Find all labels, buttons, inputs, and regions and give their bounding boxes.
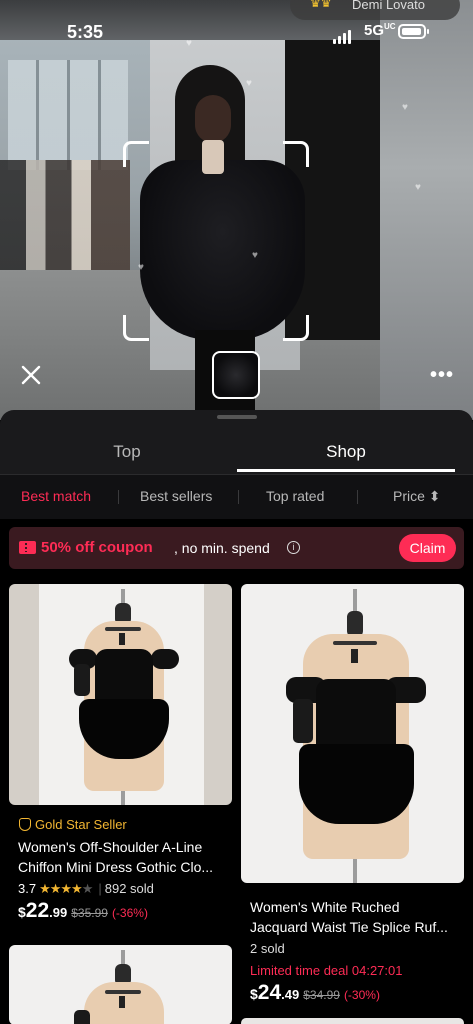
price: 24 [257, 981, 282, 1004]
info-icon[interactable]: i [287, 541, 300, 554]
product-title: Chiffon Mini Dress Gothic Clo... [18, 859, 214, 875]
discount: (-36%) [111, 906, 148, 920]
rating-stars-icon: ★★★★★ [39, 881, 93, 896]
scan-corner-icon [283, 315, 309, 341]
close-icon[interactable] [18, 362, 44, 388]
status-time: 5:35 [67, 22, 104, 42]
original-price: $35.99 [71, 906, 108, 920]
signal-icon [333, 26, 353, 44]
product-image[interactable] [9, 584, 232, 805]
crown-icon: ♛♛ [310, 0, 332, 10]
product-title: Jacquard Waist Tie Splice Ruf... [250, 919, 448, 935]
price: 22 [25, 899, 50, 922]
scan-corner-icon [123, 141, 149, 167]
sold-count: 2 sold [250, 941, 285, 956]
coupon-subtitle: , no min. spend [174, 540, 270, 556]
scan-thumbnail[interactable] [212, 351, 260, 399]
price-row: $22.99 $35.99 (-36%) [18, 899, 148, 922]
product-title: Women's White Ruched [250, 899, 400, 915]
sort-filter-bar: Best match Best sellers Top rated Price … [0, 475, 473, 519]
network-label: 5GUC [364, 22, 396, 39]
sheet-handle[interactable] [217, 415, 257, 419]
coupon-banner[interactable]: 50% off coupon , no min. spend i Claim [9, 527, 464, 569]
rating-row: 3.7 ★★★★★ | 892 sold [18, 881, 154, 896]
status-bar: 5:35 5GUC [0, 18, 473, 48]
filter-best-match[interactable]: Best match [21, 488, 91, 504]
original-price: $34.99 [303, 988, 340, 1002]
scan-corner-icon [123, 315, 149, 341]
sold-count: 892 sold [104, 881, 154, 896]
tab-top[interactable]: Top [9, 442, 245, 462]
more-options-icon[interactable]: ••• [430, 364, 454, 387]
rating-value: 3.7 [18, 881, 37, 896]
scan-frame[interactable] [123, 141, 309, 341]
limited-deal-timer: Limited time deal 04:27:01 [250, 963, 403, 978]
product-image[interactable] [241, 584, 464, 883]
product-title: Women's Off-Shoulder A-Line [18, 839, 203, 855]
discount: (-30%) [343, 988, 380, 1002]
battery-icon [398, 24, 426, 39]
scan-corner-icon [283, 141, 309, 167]
filter-top-rated[interactable]: Top rated [266, 488, 324, 504]
product-image[interactable] [9, 945, 232, 1024]
coupon-icon [19, 541, 36, 554]
filter-price[interactable]: Price ⬍ [393, 488, 441, 505]
shield-icon [19, 818, 31, 831]
live-pill-name: Demi Lovato [352, 0, 425, 12]
active-tab-indicator [237, 469, 455, 472]
coupon-title: 50% off coupon [41, 539, 153, 556]
filter-best-sellers[interactable]: Best sellers [140, 488, 212, 504]
price-row: $24.49 $34.99 (-30%) [250, 981, 380, 1004]
results-sheet: Top Shop Best match Best sellers Top rat… [0, 410, 473, 1024]
tab-shop[interactable]: Shop [228, 442, 464, 462]
tab-bar: Top Shop [0, 432, 473, 474]
product-image[interactable] [241, 1018, 464, 1024]
claim-button[interactable]: Claim [399, 534, 456, 562]
gold-star-badge: Gold Star Seller [19, 817, 127, 832]
live-pill[interactable]: ♛♛ Demi Lovato [290, 0, 460, 20]
